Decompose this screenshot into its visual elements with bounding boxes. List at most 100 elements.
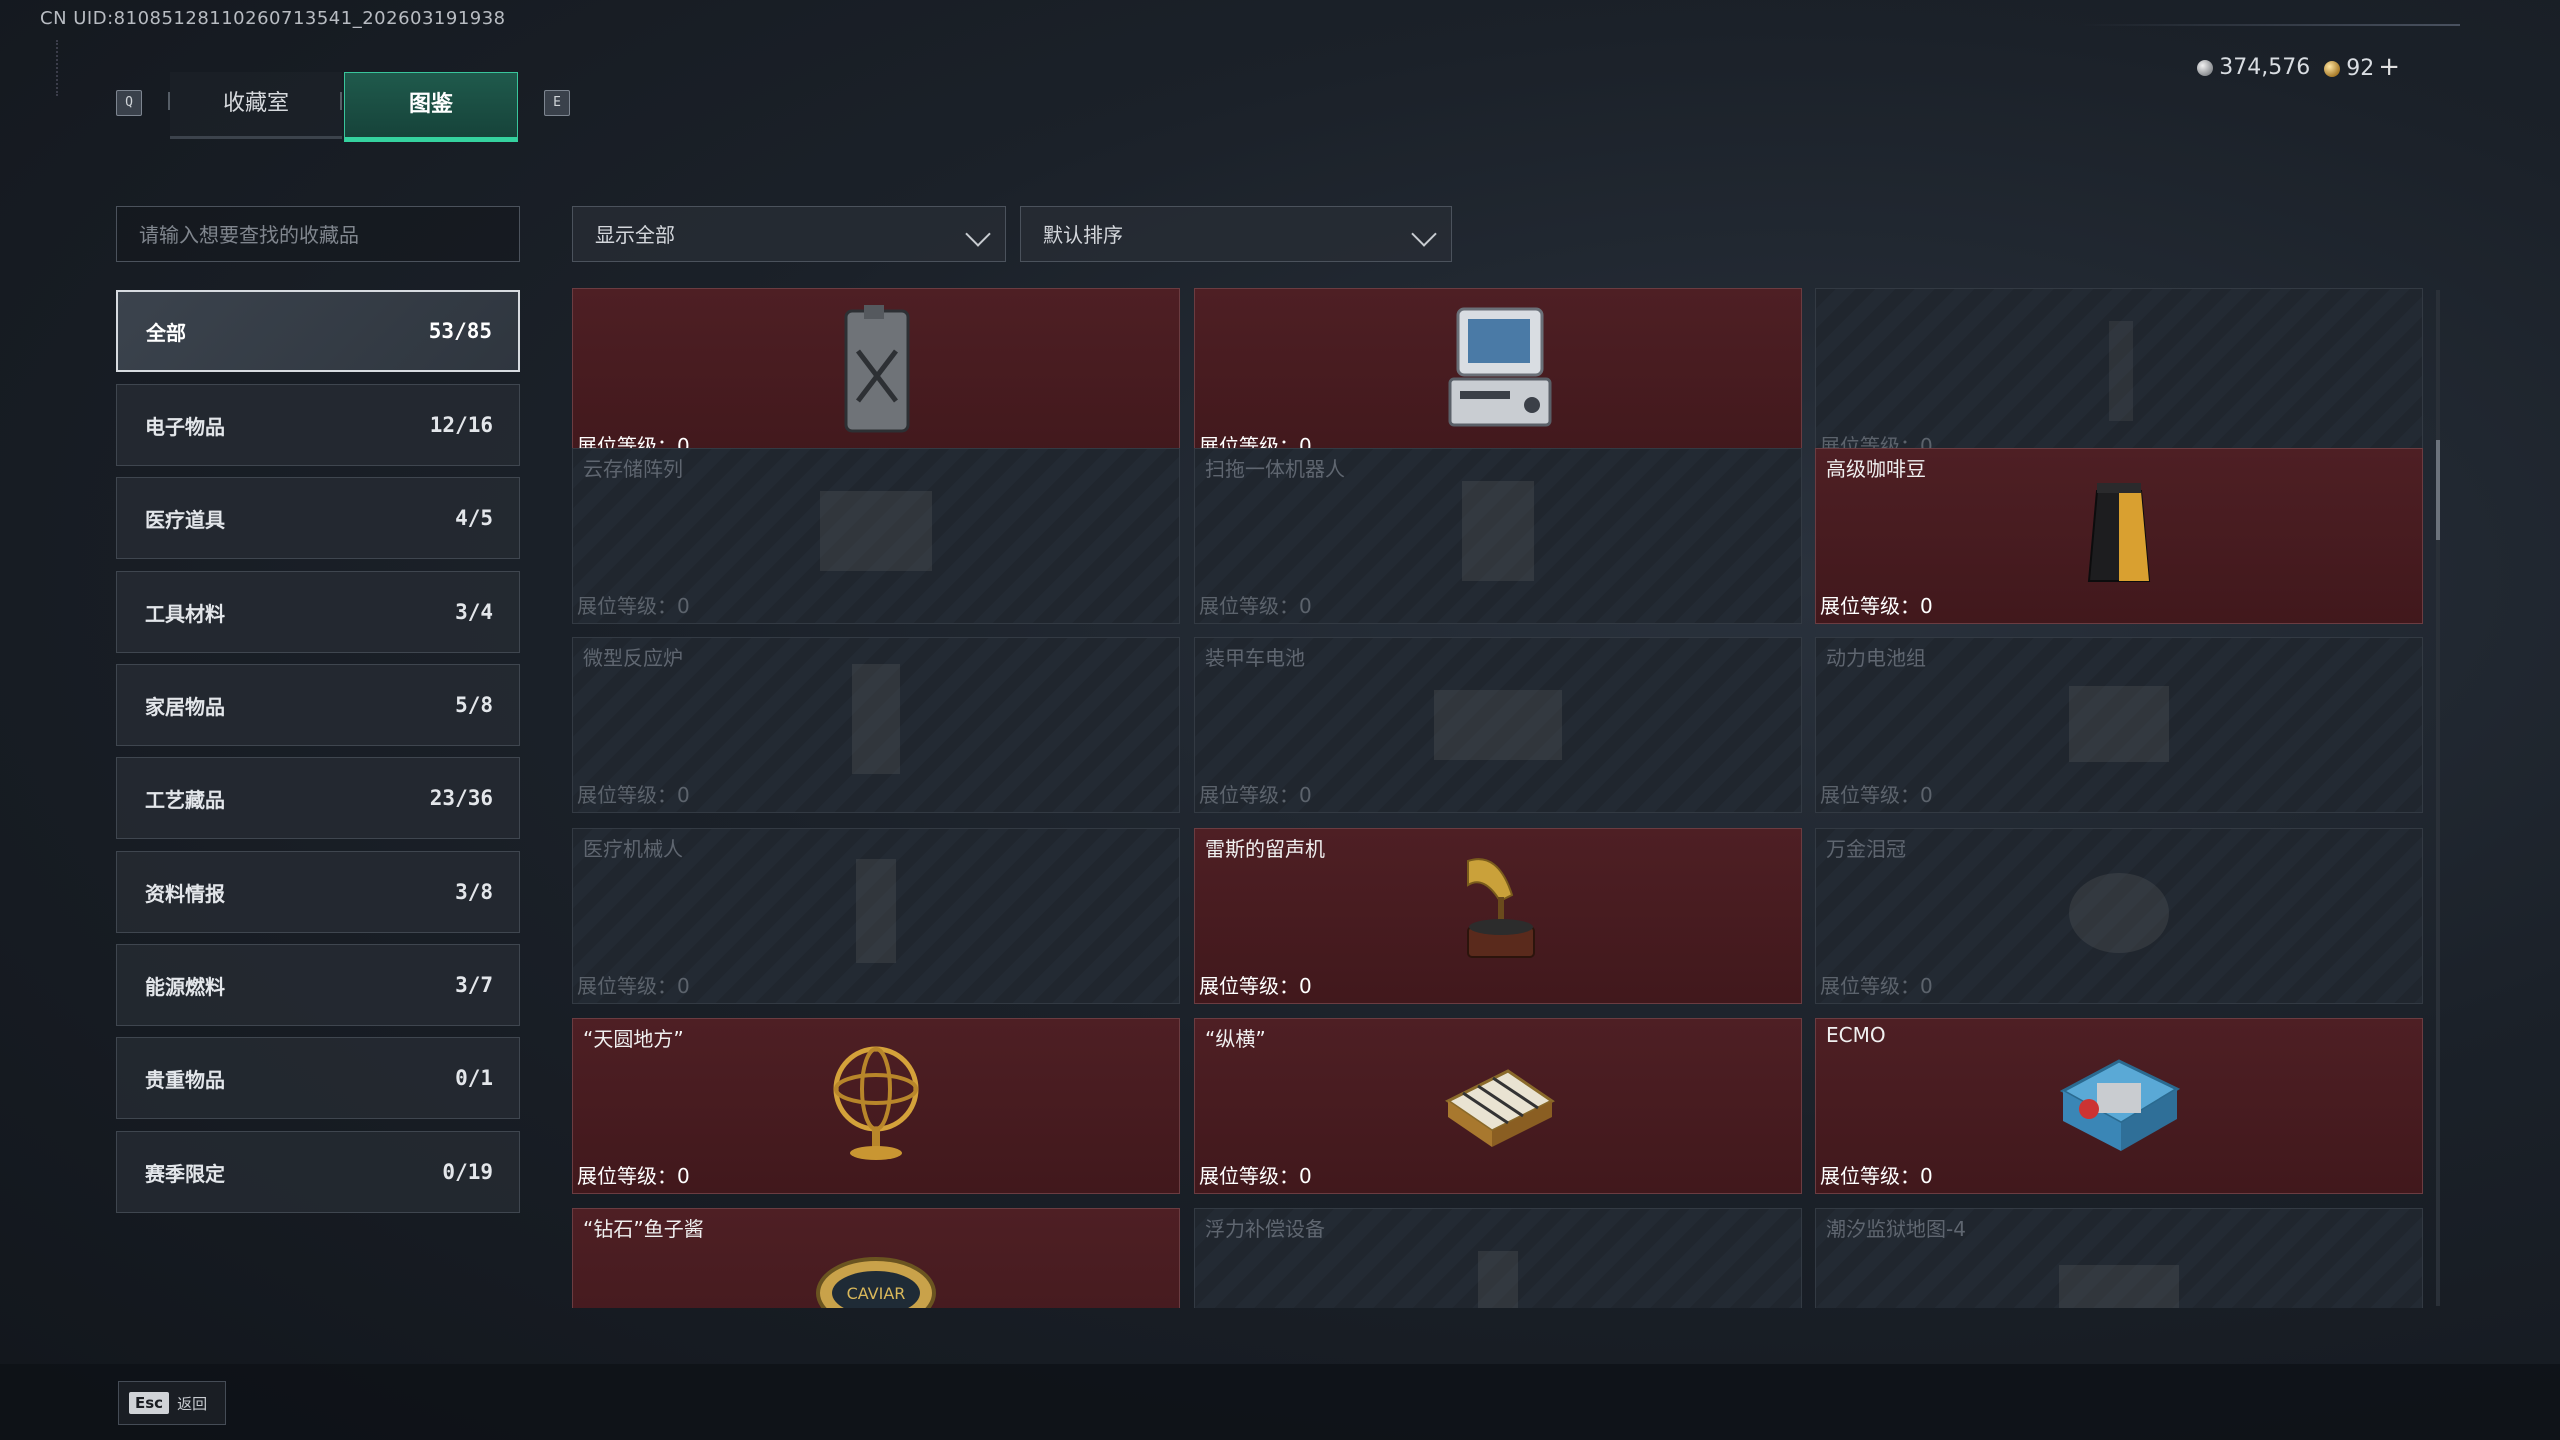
next-tab-key[interactable]: E (544, 90, 570, 116)
display-level: 展位等级：0 (577, 974, 690, 998)
category-electronics[interactable]: 电子物品 12/16 (116, 384, 520, 466)
category-label: 电子物品 (145, 414, 225, 439)
item-name: 微型反应炉 (583, 646, 683, 670)
silver-currency: 374,576 (2197, 55, 2310, 80)
item-card[interactable]: 浮力补偿设备 (1194, 1208, 1802, 1308)
display-level: 展位等级：0 (1199, 974, 1312, 998)
item-name: 动力电池组 (1826, 646, 1926, 670)
category-count: 3/7 (455, 973, 493, 997)
category-all[interactable]: 全部 53/85 (116, 290, 520, 372)
item-card[interactable]: “天圆地方” 展位等级：0 (572, 1018, 1180, 1194)
sort-dropdown[interactable]: 默认排序 (1020, 206, 1452, 262)
item-card[interactable]: 展位等级：0 (1194, 288, 1802, 464)
category-household[interactable]: 家居物品 5/8 (116, 664, 520, 746)
item-name: 高级咖啡豆 (1826, 457, 1926, 481)
currency-bar: 374,576 92 + (2197, 52, 2400, 82)
category-label: 医疗道具 (145, 507, 225, 532)
battery-icon (1434, 690, 1562, 760)
jerrycan-icon (844, 305, 910, 433)
category-count: 4/5 (455, 506, 493, 530)
item-name: “钻石”鱼子酱 (583, 1217, 704, 1241)
silver-amount: 374,576 (2219, 54, 2311, 80)
item-card[interactable]: 潮汐监狱地图-4 (1815, 1208, 2423, 1308)
search-input[interactable]: 请输入想要查找的收藏品 (116, 206, 520, 262)
tab-collection-room[interactable]: 收藏室 (170, 72, 342, 139)
category-tools[interactable]: 工具材料 3/4 (116, 571, 520, 653)
category-energy[interactable]: 能源燃料 3/7 (116, 944, 520, 1026)
top-divider (2080, 24, 2460, 26)
display-level: 展位等级：0 (1820, 783, 1933, 807)
category-count: 53/85 (428, 319, 492, 343)
category-label: 工具材料 (145, 601, 225, 626)
item-card[interactable]: 云存储阵列 展位等级：0 (572, 448, 1180, 624)
category-label: 全部 (146, 320, 186, 345)
item-card[interactable]: 雷斯的留声机 展位等级：0 (1194, 828, 1802, 1004)
footer-bar (0, 1364, 2560, 1440)
item-card[interactable]: 微型反应炉 展位等级：0 (572, 637, 1180, 813)
chevron-down-icon (965, 221, 991, 247)
category-medical[interactable]: 医疗道具 4/5 (116, 477, 520, 559)
scrollbar-thumb[interactable] (2436, 440, 2440, 540)
display-level: 展位等级：0 (1820, 594, 1933, 618)
show-filter-dropdown[interactable]: 显示全部 (572, 206, 1006, 262)
category-count: 0/19 (442, 1160, 493, 1184)
category-count: 0/1 (455, 1066, 493, 1090)
medical-robot-icon (856, 859, 896, 963)
item-card[interactable]: 展位等级：0 (572, 288, 1180, 464)
item-name: 云存储阵列 (583, 457, 683, 481)
display-level: 展位等级：0 (577, 1164, 690, 1188)
display-level: 展位等级：0 (1820, 974, 1933, 998)
item-card[interactable]: 动力电池组 展位等级：0 (1815, 637, 2423, 813)
item-name: 医疗机械人 (583, 837, 683, 861)
item-name: 浮力补偿设备 (1205, 1217, 1325, 1241)
item-card[interactable]: 万金泪冠 展位等级：0 (1815, 828, 2423, 1004)
chevron-down-icon (1411, 221, 1437, 247)
item-name: ECMO (1826, 1023, 1886, 1047)
item-name: 装甲车电池 (1205, 646, 1305, 670)
item-card[interactable]: 高级咖啡豆 展位等级：0 (1815, 448, 2423, 624)
tab-separator (340, 92, 342, 110)
category-count: 12/16 (429, 413, 493, 437)
category-label: 赛季限定 (145, 1161, 225, 1186)
item-name: “纵横” (1205, 1027, 1266, 1051)
item-card[interactable]: 扫拖一体机器人 展位等级：0 (1194, 448, 1802, 624)
esc-key: Esc (129, 1392, 170, 1414)
category-count: 3/4 (455, 600, 493, 624)
category-count: 3/8 (455, 880, 493, 904)
item-card[interactable]: 装甲车电池 展位等级：0 (1194, 637, 1802, 813)
coffee-bag-icon (2087, 483, 2151, 582)
item-card[interactable]: 展位等级：0 (1815, 288, 2423, 464)
robot-vacuum-icon (1462, 481, 1534, 581)
reactor-icon (852, 664, 900, 774)
prev-tab-key[interactable]: Q (116, 90, 142, 116)
item-name: 万金泪冠 (1826, 837, 1906, 861)
display-level: 展位等级：0 (1199, 783, 1312, 807)
item-name: 扫拖一体机器人 (1205, 457, 1345, 481)
back-button[interactable]: Esc 返回 (118, 1381, 226, 1425)
item-card[interactable]: ECMO 展位等级：0 (1815, 1018, 2423, 1194)
gold-coin-icon (2324, 61, 2341, 77)
category-season[interactable]: 赛季限定 0/19 (116, 1131, 520, 1213)
collection-grid: 展位等级：0 展位等级：0 展位等级：0 云存储阵列 展位等级：0 扫拖一体机器… (572, 288, 2424, 1308)
crown-icon (2069, 873, 2169, 953)
item-card[interactable]: “纵横” 展位等级：0 (1194, 1018, 1802, 1194)
category-label: 能源燃料 (145, 974, 225, 999)
storage-array-icon (820, 491, 932, 571)
category-intel[interactable]: 资料情报 3/8 (116, 851, 520, 933)
caviar-tin-icon: CAVIAR (816, 1257, 936, 1308)
ecmo-machine-icon (2059, 1059, 2181, 1151)
grid-scrollbar[interactable] (2436, 290, 2440, 1306)
item-card[interactable]: “钻石”鱼子酱 CAVIAR (572, 1208, 1180, 1308)
computer-terminal-icon (1448, 307, 1552, 427)
back-label: 返回 (177, 1394, 208, 1413)
tab-catalog[interactable]: 图鉴 (344, 72, 518, 142)
category-crafts[interactable]: 工艺藏品 23/36 (116, 757, 520, 839)
item-card[interactable]: 医疗机械人 展位等级：0 (572, 828, 1180, 1004)
category-count: 5/8 (455, 693, 493, 717)
map-icon (2059, 1265, 2179, 1308)
category-valuables[interactable]: 贵重物品 0/1 (116, 1037, 520, 1119)
add-currency-button[interactable]: + (2378, 52, 2400, 82)
display-level: 展位等级：0 (577, 594, 690, 618)
category-label: 贵重物品 (145, 1067, 225, 1092)
silver-coin-icon (2197, 59, 2214, 76)
